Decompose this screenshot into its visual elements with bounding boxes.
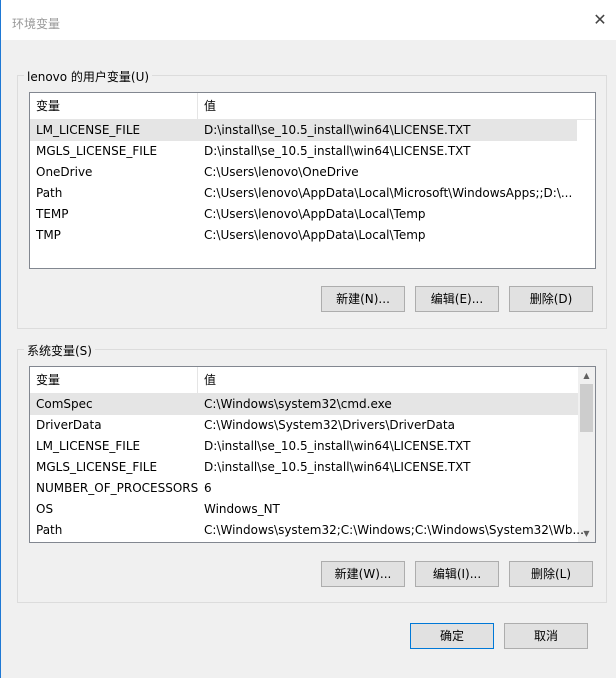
table-row[interactable]: OneDrive C:\Users\lenovo\OneDrive bbox=[30, 162, 577, 183]
column-header-variable[interactable]: 变量 bbox=[30, 367, 198, 393]
variable-name-cell: TMP bbox=[36, 228, 61, 242]
table-row[interactable]: ComSpec C:\Windows\system32\cmd.exe bbox=[30, 394, 578, 415]
variable-name-cell: NUMBER_OF_PROCESSORS bbox=[36, 481, 199, 495]
ok-button[interactable]: 确定 bbox=[410, 623, 494, 649]
table-row[interactable]: Path C:\Windows\system32;C:\Windows;C:\Wi… bbox=[30, 520, 584, 541]
variable-name-cell: LM_LICENSE_FILE bbox=[36, 439, 141, 453]
scroll-up-icon[interactable]: ▲ bbox=[578, 367, 595, 384]
variable-name-cell: LM_LICENSE_FILE bbox=[36, 123, 141, 137]
table-row[interactable]: TEMP C:\Users\lenovo\AppData\Local\Temp bbox=[30, 204, 577, 225]
environment-variables-dialog: 环境变量 ✕ lenovo 的用户变量(U) 变量 值 LM_LICENSE_F… bbox=[0, 0, 616, 678]
close-icon[interactable]: ✕ bbox=[590, 10, 610, 30]
variable-value-cell: Windows_NT bbox=[204, 502, 280, 516]
variable-value-cell: C:\Users\lenovo\OneDrive bbox=[204, 165, 359, 179]
table-row[interactable]: NUMBER_OF_PROCESSORS 6 bbox=[30, 478, 578, 499]
user-variables-label: lenovo 的用户变量(U) bbox=[24, 68, 153, 85]
column-header-variable[interactable]: 变量 bbox=[30, 93, 198, 119]
variable-value-cell: D:\install\se_10.5_install\win64\LICENSE… bbox=[204, 460, 471, 474]
user-variables-list[interactable]: 变量 值 LM_LICENSE_FILE D:\install\se_10.5_i… bbox=[29, 92, 596, 269]
table-row[interactable]: OS Windows_NT bbox=[30, 499, 578, 520]
table-row[interactable]: MGLS_LICENSE_FILE D:\install\se_10.5_inst… bbox=[30, 457, 578, 478]
variable-name-cell: Path bbox=[36, 186, 63, 200]
variable-name-cell: Path bbox=[36, 523, 63, 537]
cancel-button[interactable]: 取消 bbox=[504, 623, 588, 649]
user-delete-button[interactable]: 删除(D) bbox=[509, 286, 593, 312]
user-edit-button[interactable]: 编辑(E)... bbox=[415, 286, 499, 312]
variable-value-cell: C:\Windows\system32;C:\Windows;C:\Window… bbox=[204, 523, 584, 537]
variable-value-cell: D:\install\se_10.5_install\win64\LICENSE… bbox=[204, 144, 471, 158]
variable-value-cell: C:\Users\lenovo\AppData\Local\Microsoft\… bbox=[204, 186, 573, 200]
column-header-value[interactable]: 值 bbox=[198, 367, 580, 393]
variable-value-cell: C:\Users\lenovo\AppData\Local\Temp bbox=[204, 228, 426, 242]
variable-name-cell: DriverData bbox=[36, 418, 102, 432]
vertical-scrollbar[interactable]: ▲ ▼ bbox=[578, 367, 595, 542]
variable-name-cell: ComSpec bbox=[36, 397, 93, 411]
table-row[interactable]: TMP C:\Users\lenovo\AppData\Local\Temp bbox=[30, 225, 577, 246]
window-title: 环境变量 bbox=[12, 17, 61, 31]
variable-name-cell: MGLS_LICENSE_FILE bbox=[36, 460, 158, 474]
variable-value-cell: C:\Windows\system32\cmd.exe bbox=[204, 397, 392, 411]
system-variables-label: 系统变量(S) bbox=[24, 342, 95, 359]
list-header: 变量 值 bbox=[30, 93, 595, 120]
variable-value-cell: D:\install\se_10.5_install\win64\LICENSE… bbox=[204, 123, 471, 137]
variable-name-cell: MGLS_LICENSE_FILE bbox=[36, 144, 158, 158]
variable-value-cell: C:\Users\lenovo\AppData\Local\Temp bbox=[204, 207, 426, 221]
system-edit-button[interactable]: 编辑(I)... bbox=[415, 561, 499, 587]
table-row[interactable]: Path C:\Users\lenovo\AppData\Local\Micros… bbox=[30, 183, 577, 204]
table-row[interactable]: LM_LICENSE_FILE D:\install\se_10.5_instal… bbox=[30, 120, 577, 141]
system-delete-button[interactable]: 删除(L) bbox=[509, 561, 593, 587]
table-row[interactable]: MGLS_LICENSE_FILE D:\install\se_10.5_inst… bbox=[30, 141, 577, 162]
variable-name-cell: TEMP bbox=[36, 207, 69, 221]
column-header-value[interactable]: 值 bbox=[198, 93, 595, 119]
user-new-button[interactable]: 新建(N)... bbox=[321, 286, 405, 312]
variable-value-cell: D:\install\se_10.5_install\win64\LICENSE… bbox=[204, 439, 471, 453]
variable-value-cell: C:\Windows\System32\Drivers\DriverData bbox=[204, 418, 455, 432]
title-bar[interactable]: 环境变量 ✕ bbox=[1, 0, 616, 40]
variable-value-cell: 6 bbox=[204, 481, 212, 495]
variable-name-cell: OneDrive bbox=[36, 165, 93, 179]
table-row[interactable]: LM_LICENSE_FILE D:\install\se_10.5_instal… bbox=[30, 436, 578, 457]
table-row[interactable]: DriverData C:\Windows\System32\Drivers\Dr… bbox=[30, 415, 578, 436]
list-header: 变量 值 bbox=[30, 367, 580, 394]
system-new-button[interactable]: 新建(W)... bbox=[321, 561, 405, 587]
variable-name-cell: OS bbox=[36, 502, 54, 516]
scrollbar-thumb[interactable] bbox=[580, 384, 593, 432]
system-variables-list[interactable]: 变量 值 ▲ ▼ ComSpec C:\Windows\system32\cmd.… bbox=[29, 366, 596, 543]
